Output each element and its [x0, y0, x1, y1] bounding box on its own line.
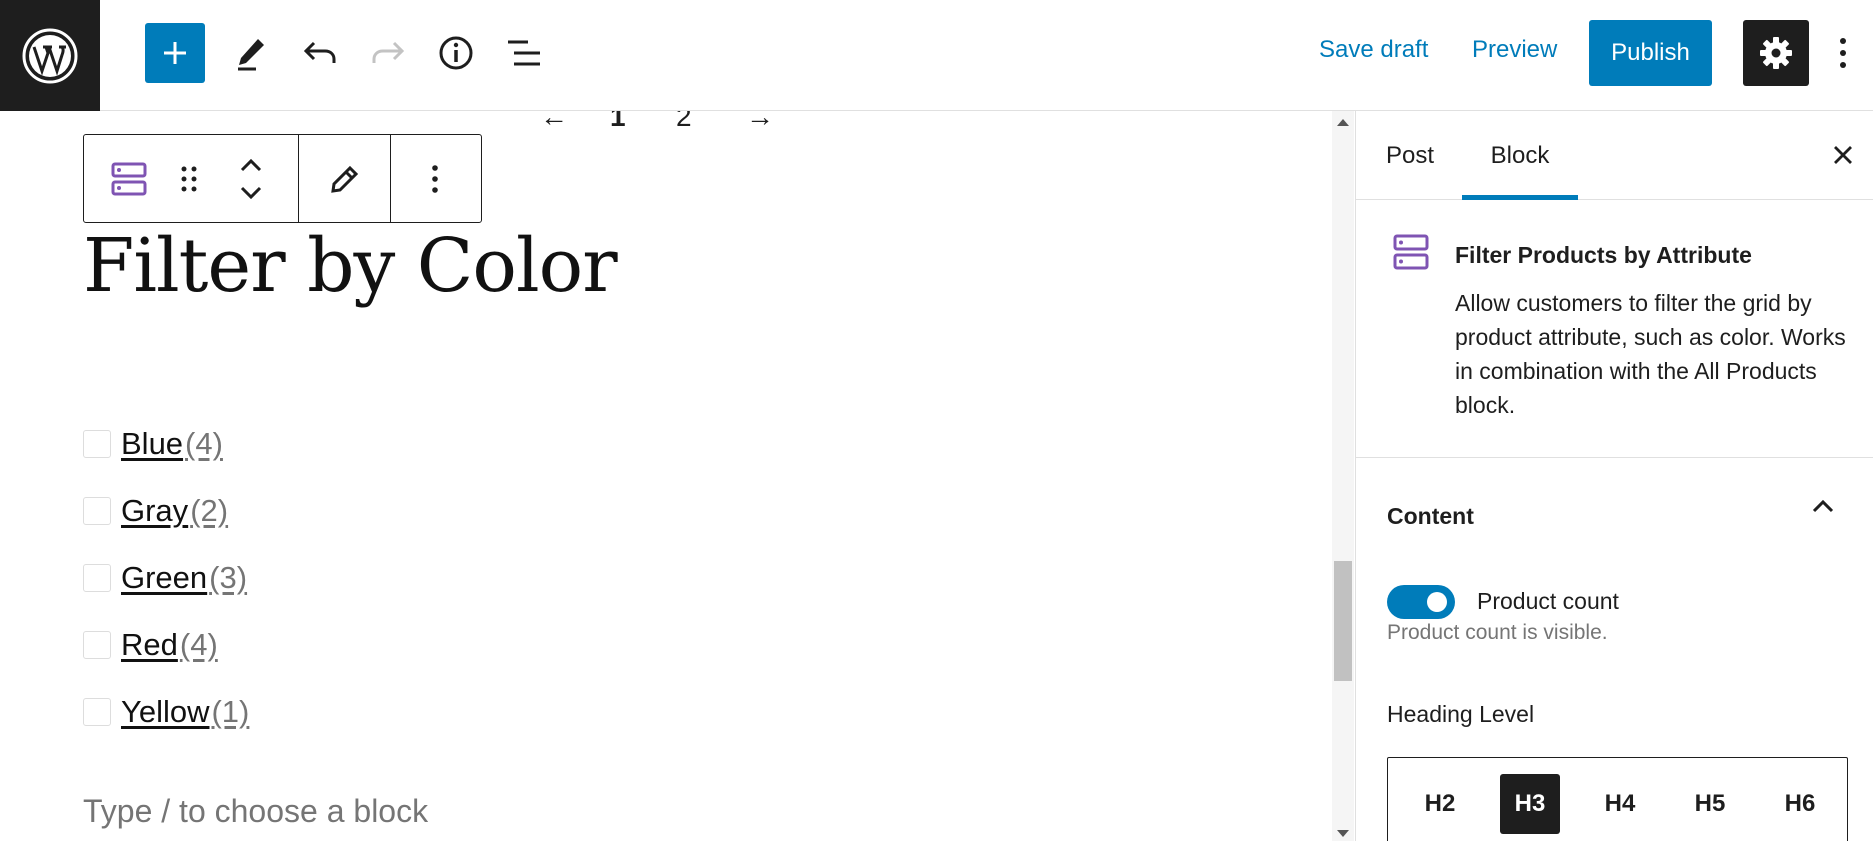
wordpress-logo-button[interactable] — [0, 0, 100, 111]
chevron-up-icon[interactable] — [239, 158, 263, 172]
scroll-up-arrow-icon[interactable] — [1337, 119, 1349, 126]
tools-button[interactable] — [227, 22, 275, 84]
info-icon — [439, 36, 473, 70]
chevron-down-icon[interactable] — [239, 186, 263, 200]
list-view-icon — [508, 40, 540, 66]
gear-icon — [1760, 37, 1792, 69]
filter-count: (4) — [179, 627, 218, 662]
product-count-control: Product count — [1356, 585, 1873, 625]
filter-label: Green — [121, 560, 208, 595]
pencil-icon — [238, 39, 264, 71]
editor-canvas: ← 1 2 → Filter by Color Blue (4) Gray (2… — [0, 111, 1332, 841]
tab-post[interactable]: Post — [1386, 111, 1466, 200]
close-sidebar-button[interactable] — [1826, 138, 1860, 172]
pagination-page-1[interactable]: 1 — [610, 111, 676, 133]
panel-title: Content — [1387, 503, 1474, 529]
pagination-prev[interactable]: ← — [540, 111, 610, 133]
block-card: Filter Products by Attribute Allow custo… — [1356, 200, 1873, 458]
filter-checkbox[interactable] — [83, 564, 111, 592]
filter-label: Blue — [121, 426, 184, 461]
heading-level-h3-button[interactable]: H3 — [1500, 774, 1560, 834]
heading-level-h6-button[interactable]: H6 — [1770, 774, 1830, 834]
chevron-up-icon — [1812, 499, 1834, 513]
close-icon — [1834, 146, 1852, 164]
redo-icon — [372, 41, 405, 63]
block-toolbar — [83, 134, 482, 223]
scroll-thumb[interactable] — [1334, 561, 1352, 681]
save-draft-button[interactable]: Save draft — [1319, 36, 1428, 64]
heading-level-h2-button[interactable]: H2 — [1410, 774, 1470, 834]
wordpress-icon — [22, 28, 78, 83]
pagination-next[interactable]: → — [746, 111, 774, 133]
attribute-filter-list: Blue (4) Gray (2) Green (3) Red (4) Yell… — [83, 426, 249, 761]
product-count-toggle[interactable] — [1387, 585, 1455, 619]
list-view-button[interactable] — [500, 22, 548, 84]
block-type-button[interactable] — [84, 135, 174, 222]
scroll-down-arrow-icon[interactable] — [1337, 830, 1349, 837]
heading-level-h4-button[interactable]: H4 — [1590, 774, 1650, 834]
block-options-button[interactable] — [391, 135, 479, 222]
toggle-label: Product count — [1477, 588, 1619, 614]
filter-checkbox[interactable] — [83, 497, 111, 525]
pencil-icon — [330, 165, 358, 193]
tab-block[interactable]: Block — [1462, 111, 1578, 200]
move-buttons — [203, 135, 298, 222]
add-block-button[interactable] — [145, 23, 205, 83]
filter-attribute-icon — [1393, 234, 1429, 270]
block-card-title: Filter Products by Attribute — [1455, 242, 1752, 268]
heading-level-toolbar: H2 H3 H4 H5 H6 — [1387, 757, 1848, 841]
heading-level-h5-button[interactable]: H5 — [1680, 774, 1740, 834]
content-panel-toggle[interactable]: Content — [1356, 458, 1873, 555]
filter-count: (1) — [211, 694, 250, 729]
list-item[interactable]: Gray (2) — [83, 493, 249, 560]
filter-checkbox[interactable] — [83, 698, 111, 726]
block-appender-placeholder[interactable]: Type / to choose a block — [83, 793, 428, 830]
drag-handle-icon — [181, 166, 196, 191]
details-button[interactable] — [432, 22, 480, 84]
help-text: Product count is visible. — [1387, 621, 1608, 644]
block-card-description: Allow customers to filter the grid by pr… — [1455, 290, 1846, 418]
settings-button[interactable] — [1743, 20, 1809, 86]
filter-label: Gray — [121, 493, 189, 528]
block-heading[interactable]: Filter by Color — [83, 223, 618, 309]
drag-handle[interactable] — [174, 135, 204, 222]
more-vertical-icon — [1840, 38, 1846, 68]
filter-checkbox[interactable] — [83, 631, 111, 659]
preview-button[interactable]: Preview — [1472, 36, 1557, 64]
edit-block-button[interactable] — [299, 135, 390, 222]
list-item[interactable]: Green (3) — [83, 560, 249, 627]
block-toolbar-group-1 — [84, 135, 299, 222]
heading-level-label: Heading Level — [1387, 701, 1535, 727]
pagination: ← 1 2 → — [540, 111, 774, 133]
filter-checkbox[interactable] — [83, 430, 111, 458]
filter-count: (3) — [209, 560, 248, 595]
filter-label: Red — [121, 627, 178, 662]
redo-button[interactable] — [364, 22, 412, 84]
options-menu-button[interactable] — [1826, 28, 1860, 78]
list-item[interactable]: Yellow (1) — [83, 694, 249, 761]
filter-attribute-icon — [111, 162, 147, 195]
settings-sidebar: Post Block Filter Products by Attribute … — [1355, 111, 1873, 841]
filter-label: Yellow — [121, 694, 210, 729]
block-toolbar-group-2 — [299, 135, 391, 222]
canvas-scrollbar[interactable] — [1332, 111, 1354, 841]
list-item[interactable]: Blue (4) — [83, 426, 249, 493]
more-vertical-icon — [432, 164, 438, 193]
plus-icon — [164, 42, 186, 64]
filter-count: (2) — [190, 493, 229, 528]
pagination-page-2[interactable]: 2 — [676, 111, 746, 133]
publish-button[interactable]: Publish — [1589, 20, 1712, 86]
sidebar-tabs: Post Block — [1356, 111, 1873, 200]
editor-header: Save draft Preview Publish — [0, 0, 1873, 111]
undo-button[interactable] — [296, 22, 344, 84]
block-toolbar-group-3 — [391, 135, 479, 222]
list-item[interactable]: Red (4) — [83, 627, 249, 694]
undo-icon — [303, 41, 336, 63]
filter-count: (4) — [185, 426, 223, 461]
